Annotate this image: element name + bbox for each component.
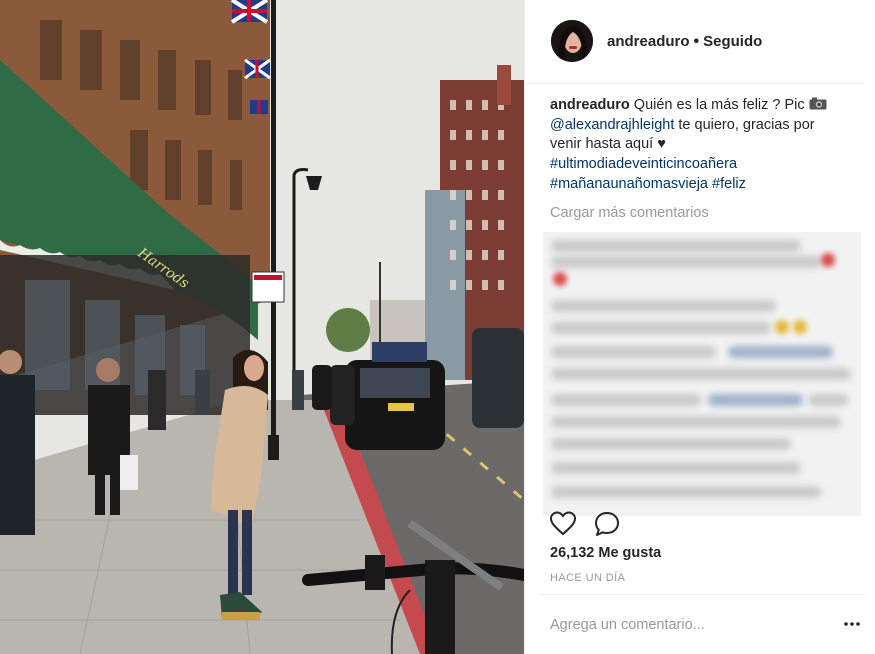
hashtag-link[interactable]: #feliz — [712, 176, 746, 192]
header-username[interactable]: andreaduro — [607, 33, 690, 50]
caption-mention-link[interactable]: @alexandrajhleight — [550, 117, 674, 133]
street-scene-image: Harrods — [0, 0, 524, 654]
avatar[interactable] — [551, 20, 593, 62]
post-timestamp: HACE UN DÍA — [550, 572, 626, 584]
camera-icon — [809, 97, 827, 110]
instagram-post: Harrods andreaduro • Seguido andreaduro Qu… — [0, 0, 875, 654]
post-caption: andreaduro Quién es la más feliz ? Pic @… — [550, 96, 850, 195]
blurred-comments — [543, 232, 861, 516]
likes-count[interactable]: 26,132 Me gusta — [550, 545, 661, 561]
caption-text: Quién es la más feliz ? Pic — [633, 97, 805, 113]
post-header: andreaduro • Seguido — [525, 0, 865, 84]
load-more-comments-button[interactable]: Cargar más comentarios — [550, 205, 709, 221]
heart-icon[interactable] — [549, 510, 577, 538]
hashtag-link[interactable]: #ultimodiadeveinticincoañera — [550, 156, 737, 172]
comment-form: Agrega un comentario... — [539, 594, 865, 654]
post-photo[interactable]: Harrods — [0, 0, 524, 654]
avatar-image — [551, 20, 593, 62]
header-separator: • — [693, 33, 700, 50]
follow-status-button[interactable]: Seguido — [703, 33, 762, 50]
post-sidebar: andreaduro • Seguido andreaduro Quién es l… — [524, 0, 875, 654]
hashtag-link[interactable]: #mañanaunañomasvieja — [550, 176, 708, 192]
speech-bubble-icon[interactable] — [593, 510, 621, 538]
more-options-icon[interactable] — [843, 615, 861, 633]
comment-input[interactable]: Agrega un comentario... — [550, 617, 705, 633]
caption-username[interactable]: andreaduro — [550, 97, 630, 113]
